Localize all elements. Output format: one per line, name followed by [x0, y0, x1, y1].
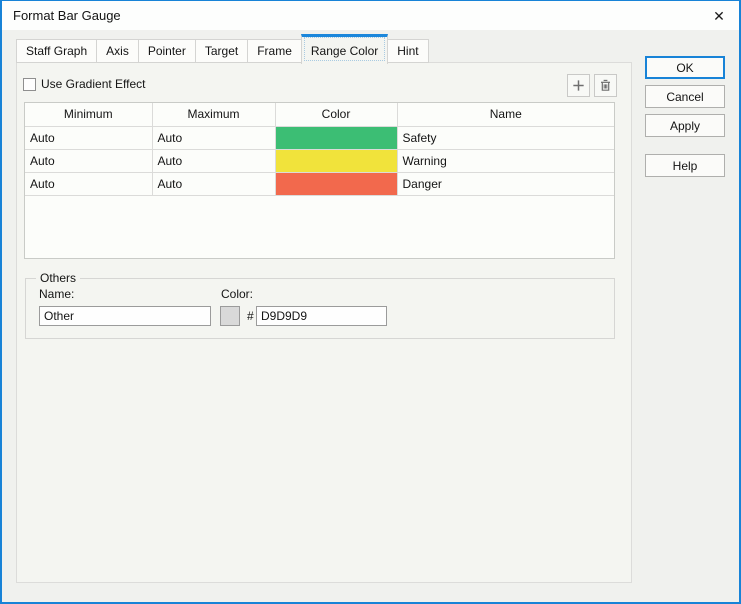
tab-hint[interactable]: Hint	[387, 39, 429, 63]
minimum-cell[interactable]: Auto	[25, 149, 153, 173]
range-color-panel: Use Gradient Effect Minimum Maximum Colo	[16, 62, 632, 583]
trash-icon	[601, 79, 610, 91]
checkbox-icon[interactable]	[23, 77, 36, 91]
tab-axis[interactable]: Axis	[96, 39, 139, 63]
title-bar: Format Bar Gauge	[2, 1, 739, 30]
other-name-label: Name:	[39, 287, 75, 301]
column-header-maximum[interactable]: Maximum	[151, 103, 276, 127]
tab-strip: Staff Graph Axis Pointer Target Frame Ra…	[16, 33, 429, 64]
color-swatch-cell[interactable]	[274, 149, 398, 173]
help-button[interactable]: Help	[645, 154, 725, 177]
table-row-warning: Auto Auto Warning	[25, 149, 614, 173]
tab-range-color[interactable]: Range Color	[300, 34, 389, 64]
hash-symbol: #	[247, 309, 254, 323]
minimum-cell[interactable]: Auto	[25, 172, 153, 196]
plus-icon	[573, 80, 584, 91]
other-color-swatch[interactable]	[220, 306, 240, 326]
minimum-cell[interactable]: Auto	[25, 126, 153, 150]
tab-pointer[interactable]: Pointer	[137, 39, 196, 63]
others-group-label: Others	[36, 271, 81, 285]
others-group: Others Name: Color: #	[25, 271, 615, 339]
delete-range-button[interactable]	[594, 74, 617, 97]
format-bar-gauge-dialog: Format Bar Gauge ✕ Staff Graph Axis Poin…	[0, 0, 741, 604]
other-color-input[interactable]	[256, 306, 387, 326]
other-name-input[interactable]	[39, 306, 211, 326]
dialog-title: Format Bar Gauge	[13, 8, 121, 23]
color-swatch-cell[interactable]	[274, 126, 398, 150]
name-cell[interactable]: Warning	[396, 149, 614, 173]
maximum-cell[interactable]: Auto	[151, 172, 276, 196]
apply-button[interactable]: Apply	[645, 114, 725, 137]
name-cell[interactable]: Safety	[396, 126, 614, 150]
tab-target[interactable]: Target	[194, 39, 249, 63]
maximum-cell[interactable]: Auto	[151, 126, 276, 150]
color-swatch-cell[interactable]	[274, 172, 398, 196]
column-header-color[interactable]: Color	[274, 103, 398, 127]
close-icon[interactable]: ✕	[707, 5, 731, 27]
use-gradient-label: Use Gradient Effect	[41, 77, 146, 91]
ok-button[interactable]: OK	[645, 56, 725, 79]
maximum-cell[interactable]: Auto	[151, 149, 276, 173]
tab-staff-graph[interactable]: Staff Graph	[16, 39, 98, 63]
add-range-button[interactable]	[567, 74, 590, 97]
name-cell[interactable]: Danger	[396, 172, 614, 196]
other-color-label: Color:	[221, 287, 254, 301]
column-header-name[interactable]: Name	[396, 103, 614, 127]
table-header-row: Minimum Maximum Color Name	[25, 103, 614, 127]
cancel-button[interactable]: Cancel	[645, 85, 725, 108]
column-header-minimum[interactable]: Minimum	[25, 103, 153, 127]
range-color-table: Minimum Maximum Color Name Auto Auto Saf…	[24, 102, 615, 259]
table-row-danger: Auto Auto Danger	[25, 172, 614, 196]
tab-frame[interactable]: Frame	[247, 39, 302, 63]
table-row-safety: Auto Auto Safety	[25, 126, 614, 150]
use-gradient-checkbox[interactable]: Use Gradient Effect	[23, 77, 146, 91]
